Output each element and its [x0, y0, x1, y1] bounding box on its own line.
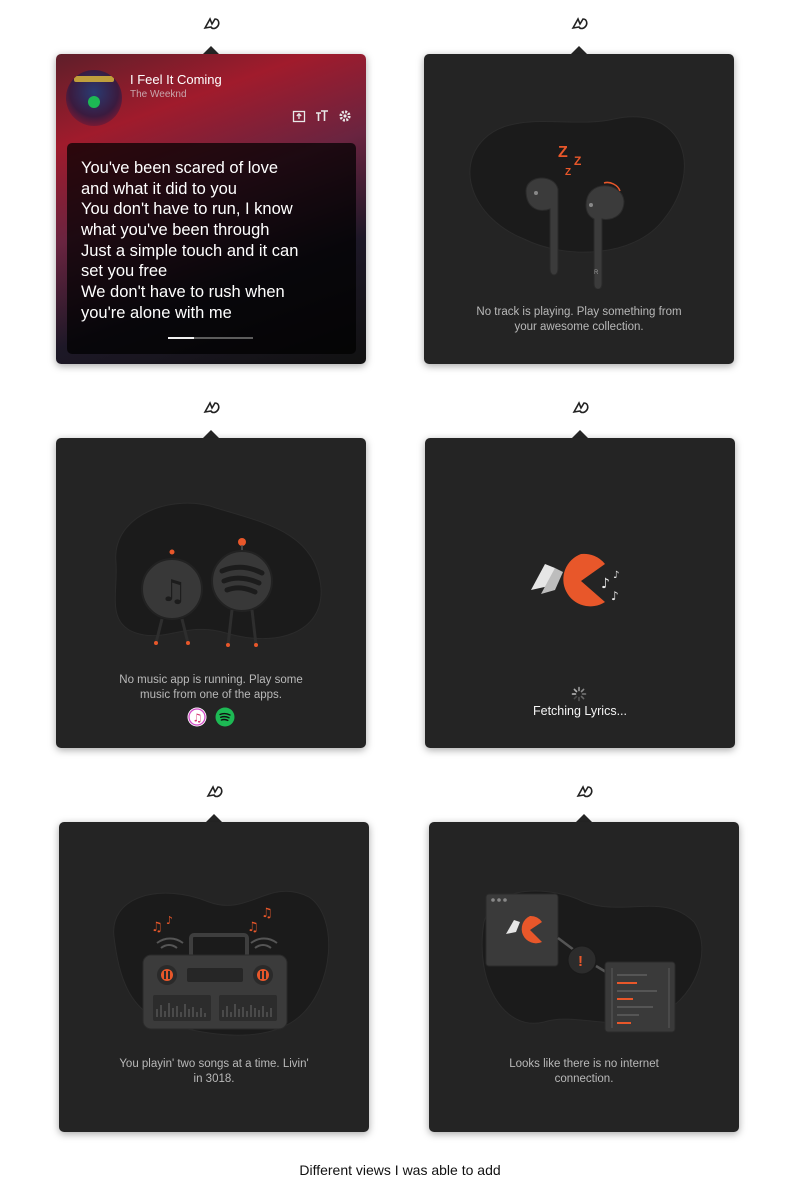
svg-text:♫: ♫ — [193, 712, 203, 725]
airpods-illustration: Z Z Z R L — [469, 116, 685, 289]
svg-text:♫: ♫ — [261, 906, 273, 921]
lyric-line: Just a simple touch and it can — [81, 242, 299, 260]
empty-state-message: No music app is running. Play some music… — [119, 674, 303, 701]
lyric-line: what you've been through — [81, 221, 270, 239]
music-note-icon: ♪ — [611, 589, 619, 603]
popover-panel: Z Z Z R L No track is playing. Play some… — [424, 54, 734, 364]
empty-state-message: Looks like there is no internet connecti… — [509, 1058, 659, 1085]
figure-caption: Different views I was able to add — [299, 1162, 501, 1178]
album-art[interactable] — [66, 70, 122, 126]
lyric-line: set you free — [81, 262, 168, 280]
music-note-icon: ♫ — [151, 920, 163, 935]
menu-bar-logo-icon[interactable] — [570, 16, 590, 32]
lyric-line: You don't have to run, I know — [81, 200, 293, 218]
share-icon[interactable] — [292, 109, 306, 123]
spotify-icon[interactable] — [215, 707, 235, 727]
gear-icon[interactable] — [338, 109, 352, 123]
svg-text:Z: Z — [565, 167, 571, 178]
music-note-icon: ♫ — [247, 920, 259, 935]
menu-bar-logo-icon[interactable] — [202, 400, 222, 416]
music-note-icon: ♫ — [160, 574, 187, 609]
empty-state-message: You playin' two songs at a time. Livin' … — [119, 1058, 309, 1085]
svg-text:R: R — [594, 270, 599, 276]
lyrics-progress-fill — [168, 337, 194, 339]
lyrics-card: You've been scared of love and what it d… — [67, 143, 356, 354]
menu-bar-logo-icon[interactable] — [202, 16, 222, 32]
lyric-line: you're alone with me — [81, 304, 232, 322]
svg-text:Z: Z — [558, 144, 568, 161]
music-apps-illustration: ♫ — [114, 502, 322, 647]
empty-state-message: No track is playing. Play something from… — [476, 306, 682, 333]
lyric-line: We don't have to rush when — [81, 283, 285, 301]
spotify-icon — [88, 96, 100, 108]
popover-panel: ♪ ♪ ♪ Fetching Lyrics... — [425, 438, 735, 748]
boombox-illustration: ♫ ♪ ♫ ♫ — [113, 890, 330, 1036]
menu-bar-logo-icon[interactable] — [575, 784, 595, 800]
lyric-line: You've been scared of love — [81, 159, 279, 177]
popover-panel: ♫ No music app is running. Play some mus… — [56, 438, 366, 748]
warning-icon: ! — [578, 953, 583, 970]
svg-text:♪: ♪ — [613, 570, 619, 581]
svg-text:Z: Z — [574, 154, 581, 168]
music-note-icon: ♪ — [601, 576, 610, 592]
lyrics-progress-bar[interactable] — [168, 337, 253, 339]
fetching-label: Fetching Lyrics... — [532, 704, 627, 718]
text-size-icon[interactable] — [315, 109, 329, 123]
menu-bar-logo-icon[interactable] — [205, 784, 225, 800]
menu-bar-logo-icon[interactable] — [571, 400, 591, 416]
lyric-line: and what it did to you — [81, 180, 237, 198]
svg-text:♪: ♪ — [166, 914, 173, 927]
popover-panel: ! Looks like there is no internet connec… — [429, 822, 739, 1132]
song-title: I Feel It Coming — [130, 72, 222, 87]
song-artist: The Weeknd — [130, 89, 187, 100]
itunes-icon[interactable]: ♫ — [187, 707, 207, 727]
spinner-icon — [571, 686, 587, 702]
app-logo-illustration: ♪ ♪ ♪ — [531, 553, 619, 607]
popover-panel: I Feel It Coming The Weeknd You've been … — [56, 54, 366, 364]
no-connection-illustration: ! — [481, 890, 703, 1033]
popover-panel: ♫ ♪ ♫ ♫ You playin' two songs at a time.… — [59, 822, 369, 1132]
